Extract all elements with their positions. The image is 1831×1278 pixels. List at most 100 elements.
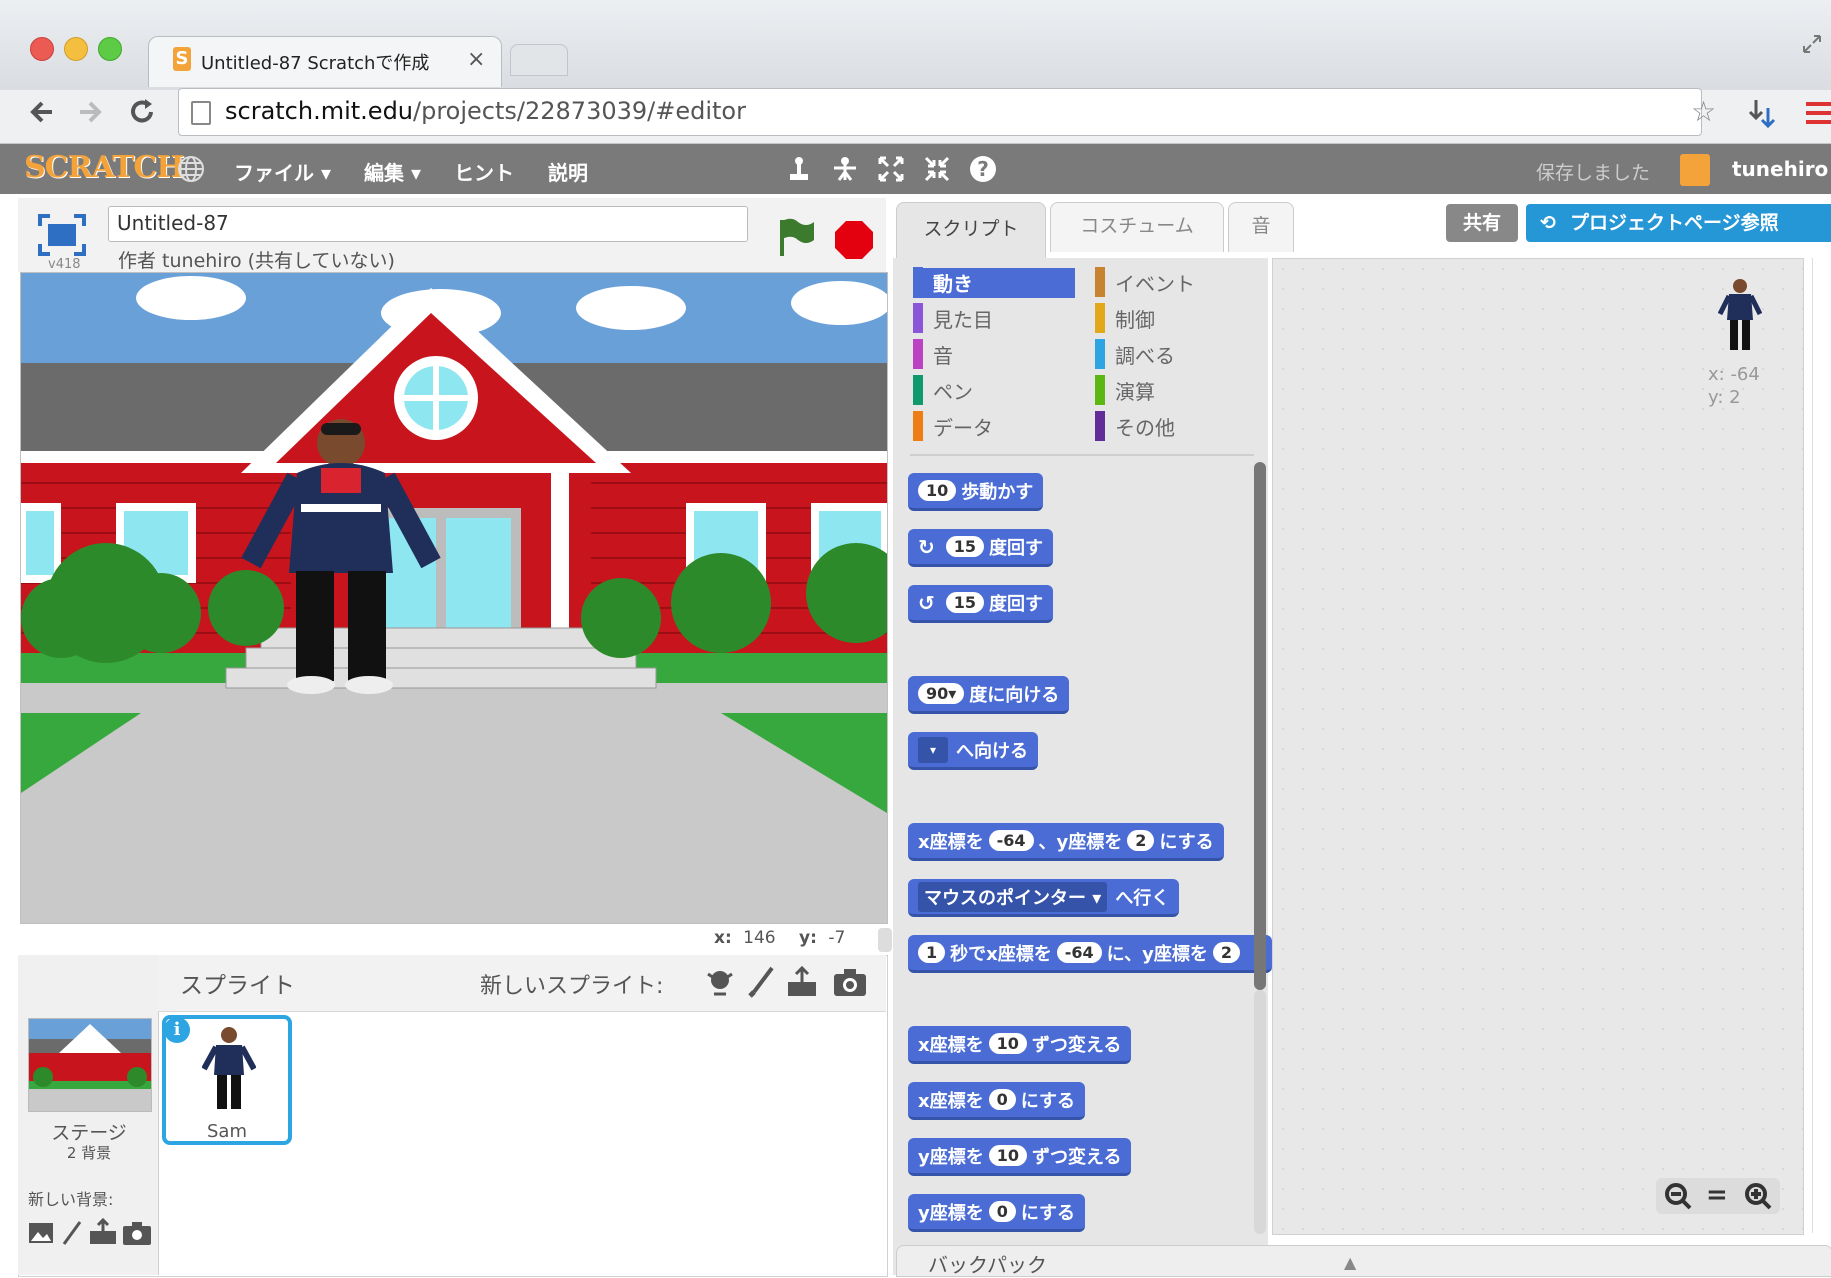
block-point-direction-input[interactable]: 90▾ xyxy=(918,683,965,704)
presentation-mode-icon[interactable] xyxy=(38,214,86,256)
edit-menu[interactable]: 編集 ▾ xyxy=(364,157,421,186)
upload-backdrop-icon[interactable] xyxy=(88,1217,118,1246)
goto-xy-x-input[interactable]: -64 xyxy=(988,830,1034,851)
new-sprite-from-camera-icon[interactable] xyxy=(832,966,868,998)
block-glide[interactable]: 1 秒でx座標を -64 に、y座標を 2 xyxy=(908,935,1272,973)
delete-scissors-icon[interactable] xyxy=(830,154,860,184)
glide-y-input[interactable]: 2 xyxy=(1212,942,1241,963)
block-set-x[interactable]: x座標を 0 にする xyxy=(908,1082,1085,1120)
forward-icon[interactable] xyxy=(72,94,108,130)
stage-thumbnail[interactable] xyxy=(28,1018,152,1112)
block-go-to-mouse[interactable]: マウスのポインター ▾ へ行く xyxy=(908,879,1180,917)
block-turn-left[interactable]: ↺ 15 度回す xyxy=(908,585,1054,623)
close-window-button[interactable] xyxy=(30,37,54,61)
block-move-steps[interactable]: 10 歩動かす xyxy=(908,473,1044,511)
set-x-text-2: にする xyxy=(1020,1090,1075,1112)
back-icon[interactable] xyxy=(24,94,60,130)
close-tab-icon[interactable]: × xyxy=(467,47,485,72)
paint-new-backdrop-icon[interactable] xyxy=(60,1220,84,1246)
block-turn-right-input[interactable]: 15 xyxy=(945,536,985,557)
category-operators-label: 演算 xyxy=(1115,379,1155,404)
block-change-y[interactable]: y座標を 10 ずつ変える xyxy=(908,1138,1132,1176)
shrink-icon[interactable] xyxy=(922,154,952,184)
address-bar[interactable]: scratch.mit.edu/projects/22873039/#edito… xyxy=(178,88,1716,136)
stage-canvas[interactable] xyxy=(20,272,888,924)
help-icon[interactable]: ? xyxy=(968,154,998,184)
change-x-input[interactable]: 10 xyxy=(988,1033,1027,1054)
zoom-window-button[interactable] xyxy=(98,37,122,61)
reload-icon[interactable] xyxy=(124,94,160,130)
tab-sounds-label: 音 xyxy=(1251,215,1271,237)
upload-sprite-icon[interactable] xyxy=(786,965,818,998)
zoom-in-icon[interactable] xyxy=(1744,1182,1772,1210)
set-x-input[interactable]: 0 xyxy=(988,1089,1016,1110)
block-change-x[interactable]: x座標を 10 ずつ変える xyxy=(908,1026,1132,1064)
share-button[interactable]: 共有 xyxy=(1446,204,1518,242)
tab-scripts[interactable]: スクリプト xyxy=(896,202,1046,258)
zoom-reset-button[interactable]: = xyxy=(1706,1180,1728,1210)
goto-xy-y-input[interactable]: 2 xyxy=(1127,830,1155,851)
category-looks-label: 見た目 xyxy=(933,307,993,332)
grow-icon[interactable] xyxy=(876,154,906,184)
goto-target-dropdown[interactable]: マウスのポインター ▾ xyxy=(918,881,1108,912)
stop-sign-icon[interactable] xyxy=(834,220,874,260)
sprite-tile-sam[interactable]: i Sam xyxy=(162,1015,292,1145)
block-go-to-xy[interactable]: x座標を -64 、y座標を 2 にする xyxy=(908,823,1224,861)
category-pen[interactable]: ペン xyxy=(913,374,973,406)
tab-costumes-label: コスチューム xyxy=(1080,215,1194,237)
see-project-page-button[interactable]: ⟲ プロジェクトページ参照 xyxy=(1526,204,1831,242)
url-host: scratch.mit.edu xyxy=(225,97,414,125)
sprite-info-icon[interactable]: i xyxy=(164,1017,190,1043)
duplicate-stamp-icon[interactable] xyxy=(784,154,814,184)
category-sensing[interactable]: 調べる xyxy=(1095,338,1175,370)
tips-menu[interactable]: ヒント xyxy=(454,157,514,186)
change-y-input[interactable]: 10 xyxy=(988,1145,1027,1166)
my-stuff-icon[interactable] xyxy=(1680,154,1710,186)
choose-backdrop-from-library-icon[interactable] xyxy=(28,1220,54,1246)
category-operators[interactable]: 演算 xyxy=(1095,374,1155,406)
stage-resize-handle[interactable] xyxy=(878,928,892,952)
extension-icon[interactable] xyxy=(1746,96,1780,130)
fullscreen-icon[interactable] xyxy=(1800,32,1824,56)
category-motion[interactable]: 動き xyxy=(913,266,1075,298)
category-more-blocks[interactable]: その他 xyxy=(1095,410,1175,442)
point-towards-dropdown[interactable]: ▾ xyxy=(918,736,948,763)
language-globe-icon[interactable] xyxy=(176,154,206,184)
block-move-steps-input[interactable]: 10 xyxy=(918,480,957,501)
category-control[interactable]: 制御 xyxy=(1095,302,1155,334)
backdrop-from-camera-icon[interactable] xyxy=(122,1220,152,1246)
bookmark-star-icon[interactable]: ☆ xyxy=(1691,95,1716,128)
block-point-towards[interactable]: ▾ へ向ける xyxy=(908,732,1038,770)
category-looks[interactable]: 見た目 xyxy=(913,302,993,334)
project-title-input[interactable]: Untitled-87 xyxy=(108,206,748,242)
block-point-in-direction[interactable]: 90▾ 度に向ける xyxy=(908,676,1070,714)
menu-icon[interactable] xyxy=(1806,98,1831,128)
paint-new-sprite-icon[interactable] xyxy=(746,966,778,998)
choose-sprite-from-library-icon[interactable] xyxy=(704,966,736,998)
palette-scrollbar[interactable] xyxy=(1254,462,1266,990)
scratch-logo[interactable]: SCRATCH xyxy=(24,150,185,185)
green-flag-icon[interactable] xyxy=(776,216,816,258)
category-data[interactable]: データ xyxy=(913,410,993,442)
category-events[interactable]: イベント xyxy=(1095,266,1195,298)
page-icon xyxy=(191,101,211,125)
tab-sounds[interactable]: 音 xyxy=(1228,202,1294,252)
username-menu[interactable]: tunehiro ▾ xyxy=(1732,157,1831,181)
glide-secs-input[interactable]: 1 xyxy=(918,942,946,963)
glide-x-input[interactable]: -64 xyxy=(1056,942,1102,963)
block-turn-left-input[interactable]: 15 xyxy=(945,592,985,613)
set-y-text-1: y座標を xyxy=(918,1202,984,1224)
minimize-window-button[interactable] xyxy=(64,37,88,61)
block-set-y[interactable]: y座標を 0 にする xyxy=(908,1194,1086,1232)
set-y-input[interactable]: 0 xyxy=(988,1201,1016,1222)
browser-tab[interactable]: S Untitled-87 Scratchで作成 × xyxy=(148,36,502,87)
backpack-expand-icon[interactable]: ▲ xyxy=(1344,1253,1356,1272)
current-sprite-thumbnail xyxy=(1718,279,1762,350)
new-tab-button[interactable] xyxy=(510,44,568,76)
category-sound[interactable]: 音 xyxy=(913,338,953,370)
file-menu[interactable]: ファイル ▾ xyxy=(234,157,331,186)
tab-costumes[interactable]: コスチューム xyxy=(1050,202,1224,252)
zoom-out-icon[interactable] xyxy=(1664,1182,1692,1210)
block-turn-right[interactable]: ↻ 15 度回す xyxy=(908,529,1054,567)
about-menu[interactable]: 説明 xyxy=(548,157,588,186)
